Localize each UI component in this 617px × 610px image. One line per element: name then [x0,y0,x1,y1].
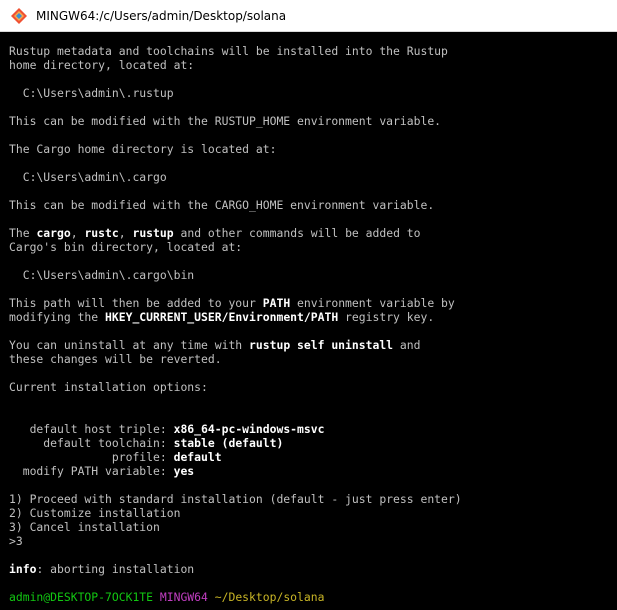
terminal-text: and other commands will be added to [173,226,421,240]
terminal-text: This can be modified with the CARGO_HOME… [9,198,435,212]
terminal-line: C:\Users\admin\.rustup [9,86,617,100]
terminal-text: The Cargo home directory is located at: [9,142,277,156]
terminal-text: default [173,450,222,464]
terminal-text: default toolchain: [9,436,174,450]
terminal-line: Rustup metadata and toolchains will be i… [9,44,617,58]
terminal-text: , [70,226,85,240]
terminal-output[interactable]: Rustup metadata and toolchains will be i… [9,44,617,610]
terminal-text: modify PATH variable: [9,464,174,478]
terminal-text: cargo [36,226,71,240]
window-title: MINGW64:/c/Users/admin/Desktop/solana [36,8,287,23]
terminal-text: home directory, located at: [9,58,195,72]
terminal-text: profile: [9,450,174,464]
terminal-line: modifying the HKEY_CURRENT_USER/Environm… [9,310,617,324]
terminal-window: MINGW64:/c/Users/admin/Desktop/solana Ru… [0,0,617,610]
terminal-line: You can uninstall at any time with rustu… [9,338,617,352]
terminal-text: PATH [262,296,291,310]
terminal-line: modify PATH variable: yes [9,464,617,478]
terminal-line: C:\Users\admin\.cargo\bin [9,268,617,282]
terminal-line: default toolchain: stable (default) [9,436,617,450]
terminal-text: Current installation options: [9,380,208,394]
terminal-text: C:\Users\admin\.cargo [9,170,167,184]
terminal-text: Cargo's bin directory, located at: [9,240,243,254]
terminal-text: You can uninstall at any time with [9,338,250,352]
title-bar[interactable]: MINGW64:/c/Users/admin/Desktop/solana [0,0,617,32]
terminal-line: 3) Cancel installation [9,520,617,534]
terminal-line: This path will then be added to your PAT… [9,296,617,310]
terminal-text: rustup [132,226,174,240]
terminal-text: yes [173,464,195,478]
terminal-text: default host triple: [9,422,174,436]
terminal-line: admin@DESKTOP-7OCK1TE MINGW64 ~/Desktop/… [9,590,617,604]
terminal-text: rustc [84,226,119,240]
terminal-text: 3) Cancel installation [9,520,160,534]
terminal-text: Rustup metadata and toolchains will be i… [9,44,448,58]
terminal-line: The cargo, rustc, rustup and other comma… [9,226,617,240]
terminal-text: info [9,562,37,576]
terminal-line: these changes will be reverted. [9,352,617,366]
terminal-line: home directory, located at: [9,58,617,72]
terminal-text: x86_64-pc-windows-msvc [173,422,325,436]
terminal-text: 2) Customize installation [9,506,181,520]
prompt-segment: ~/Desktop/solana [214,590,325,604]
terminal-line: profile: default [9,450,617,464]
terminal-line: 2) Customize installation [9,506,617,520]
terminal-line: Cargo's bin directory, located at: [9,240,617,254]
terminal-text: stable (default) [173,436,284,450]
terminal-text: 1) Proceed with standard installation (d… [9,492,462,506]
terminal-text: and [393,338,421,352]
terminal-line: This can be modified with the RUSTUP_HOM… [9,114,617,128]
terminal-text: : aborting installation [36,562,195,576]
terminal-text: C:\Users\admin\.cargo\bin [9,268,195,282]
terminal-line: info: aborting installation [9,562,617,576]
terminal-text: rustup self uninstall [249,338,394,352]
terminal-text: HKEY_CURRENT_USER/Environment/PATH [105,310,339,324]
terminal-text: This can be modified with the RUSTUP_HOM… [9,114,442,128]
terminal-text: registry key. [338,310,435,324]
terminal-text: C:\Users\admin\.rustup [9,86,174,100]
terminal-line: Current installation options: [9,380,617,394]
prompt-segment: admin@DESKTOP-7OCK1TE [9,590,154,604]
terminal-text: The [9,226,37,240]
terminal-line: >3 [9,534,617,548]
terminal-line: 1) Proceed with standard installation (d… [9,492,617,506]
terminal-text: modifying the [9,310,106,324]
terminal-text: , [118,226,133,240]
terminal-line: default host triple: x86_64-pc-windows-m… [9,422,617,436]
prompt-segment: MINGW64 [159,590,208,604]
git-bash-diamond-icon [11,7,27,24]
terminal-text: >3 [9,534,23,548]
terminal-text: these changes will be reverted. [9,352,222,366]
terminal-line: This can be modified with the CARGO_HOME… [9,198,617,212]
terminal-line: The Cargo home directory is located at: [9,142,617,156]
terminal-line: C:\Users\admin\.cargo [9,170,617,184]
terminal-text: This path will then be added to your [9,296,263,310]
terminal-text: environment variable by [290,296,455,310]
